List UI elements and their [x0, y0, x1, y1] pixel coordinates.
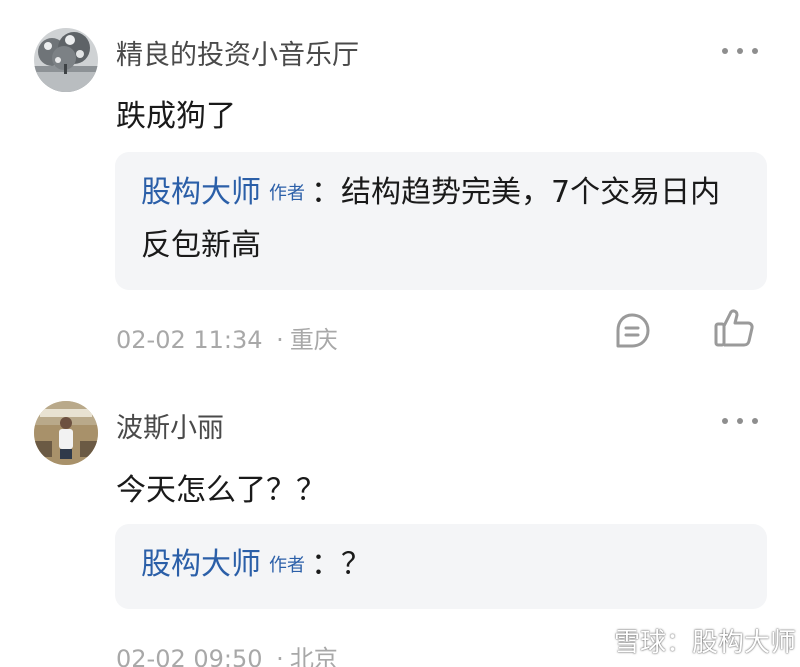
comment-bubble-icon[interactable]	[613, 312, 651, 354]
reply-box[interactable]: 股构大师 作者 ：结构趋势完美，7个交易日内反包新高	[115, 152, 767, 290]
location: 北京	[289, 645, 338, 667]
reply-author-link[interactable]: 股构大师	[141, 547, 261, 582]
more-dots-icon[interactable]	[722, 414, 758, 428]
comment-meta: 02-02 11:34 · 重庆	[116, 320, 338, 355]
comment-text: 今天怎么了？？	[116, 473, 326, 508]
meta-dot: ·	[276, 326, 284, 354]
reply-text: ？	[341, 547, 371, 582]
reply-separator: ：	[311, 547, 341, 582]
reply-author-link[interactable]: 股构大师	[141, 175, 261, 210]
author-badge: 作者	[269, 183, 305, 204]
avatar[interactable]	[34, 28, 98, 92]
meta-dot: ·	[276, 645, 284, 667]
timestamp: 02-02 11:34	[116, 326, 263, 354]
author-badge: 作者	[269, 555, 305, 576]
comment-text: 跌成狗了	[116, 99, 236, 134]
reply-content: 股构大师 作者 ：结构趋势完美，7个交易日内反包新高	[141, 166, 743, 272]
avatar-image-snowy-tree	[34, 28, 98, 92]
thumbs-up-icon[interactable]	[713, 308, 755, 352]
avatar[interactable]	[34, 401, 98, 465]
watermark: 雪球：股构大师	[582, 622, 796, 659]
username[interactable]: 精良的投资小音乐厅	[116, 33, 359, 72]
reply-separator: ：	[311, 175, 341, 210]
avatar-image-person	[34, 401, 98, 465]
more-dots-icon[interactable]	[722, 44, 758, 58]
reply-box[interactable]: 股构大师 作者 ：？	[115, 524, 767, 609]
reply-content: 股构大师 作者 ：？	[141, 538, 743, 591]
comment-meta: 02-02 09:50 · 北京	[116, 639, 338, 667]
comment-list: 精良的投资小音乐厅 跌成狗了 股构大师 作者 ：结构趋势完美，7个交易日内反包新高 …	[0, 0, 800, 667]
snowball-logo-icon	[582, 628, 608, 653]
location: 重庆	[289, 326, 338, 354]
timestamp: 02-02 09:50	[116, 645, 263, 667]
watermark-text: 雪球：股构大师	[614, 628, 797, 658]
username[interactable]: 波斯小丽	[116, 406, 224, 445]
